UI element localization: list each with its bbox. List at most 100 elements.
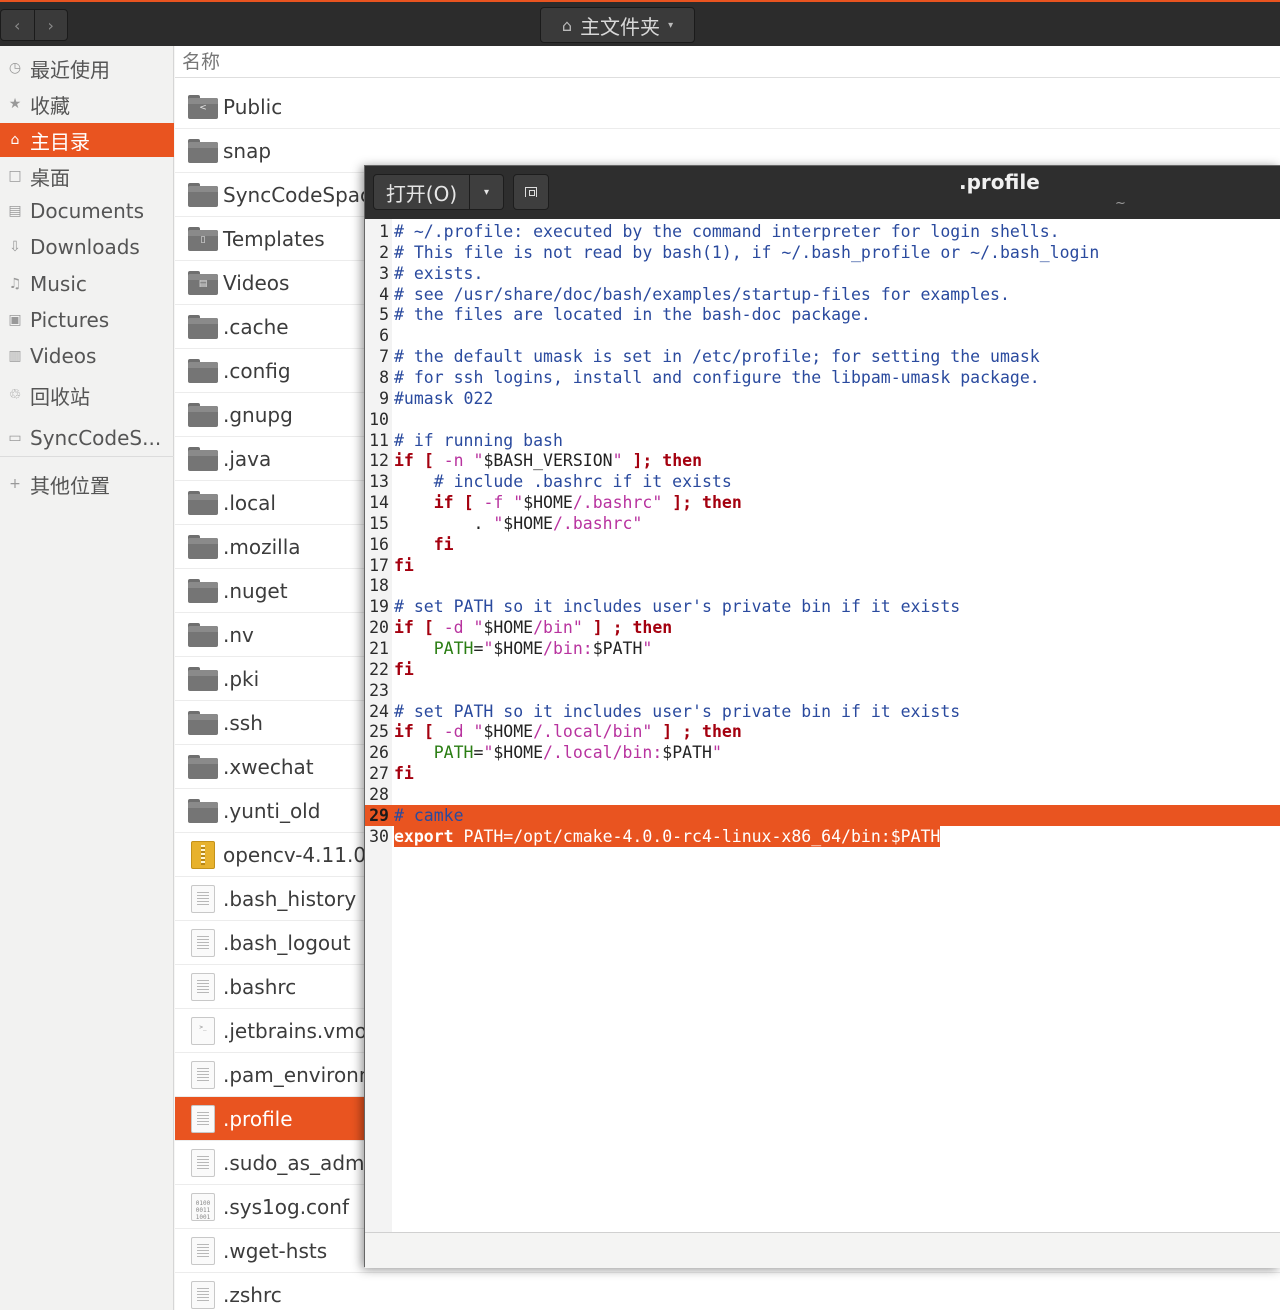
forward-button[interactable]: ›	[33, 10, 68, 40]
folder-icon	[188, 314, 218, 339]
code-line[interactable]: 17 fi	[365, 555, 1280, 576]
code-line[interactable]: 10	[365, 409, 1280, 430]
sidebar-item-trash[interactable]: ♲ 回收站	[0, 378, 174, 412]
code-line[interactable]: 22 fi	[365, 659, 1280, 680]
code-token: ;	[682, 722, 693, 742]
line-number: 18	[369, 576, 389, 596]
code-line[interactable]: 24 # set PATH so it includes user's priva…	[365, 701, 1280, 722]
code-token: fi	[394, 659, 414, 679]
sidebar-item-desktop[interactable]: □ 桌面	[0, 159, 174, 193]
code-line[interactable]: 6	[365, 325, 1280, 346]
code-line[interactable]: 2 # This file is not read by bash(1), if …	[365, 242, 1280, 263]
code-token: PATH=/opt/cmake-4.0.0-rc4-linux-x86_64/b…	[453, 826, 941, 846]
code-line[interactable]: 8 # for ssh logins, install and configure…	[365, 367, 1280, 388]
sidebar-item-recent[interactable]: ◷ 最近使用	[0, 51, 174, 85]
folder-icon: ▤	[188, 270, 218, 295]
text-file-icon	[191, 1148, 215, 1177]
code-line[interactable]: 9 #umask 022	[365, 388, 1280, 409]
sidebar-item-pictures[interactable]: ▣ Pictures	[0, 303, 174, 337]
line-number: 17	[369, 555, 389, 575]
line-number: 13	[369, 472, 389, 492]
script-file-icon: >_	[191, 1016, 215, 1045]
sidebar-item-starred[interactable]: ★ 收藏	[0, 87, 174, 121]
code-line[interactable]: 29 # camke	[365, 804, 1280, 826]
sidebar-item-downloads[interactable]: ⇩ Downloads	[0, 230, 174, 264]
code-line[interactable]: 16 fi	[365, 534, 1280, 555]
music-icon: ♫	[8, 276, 22, 292]
code-line[interactable]: 4 # see /usr/share/doc/bash/examples/star…	[365, 284, 1280, 305]
code-line[interactable]: 26 PATH="$HOME/.local/bin:$PATH"	[365, 742, 1280, 763]
sidebar-item-label: Documents	[30, 199, 145, 223]
code-line[interactable]: 14 if [ -f "$HOME/.bashrc" ]; then	[365, 492, 1280, 513]
code-line[interactable]: 11 # if running bash	[365, 430, 1280, 451]
code-line[interactable]: 27 fi	[365, 763, 1280, 784]
code-line[interactable]: 1 # ~/.profile: executed by the command i…	[365, 221, 1280, 242]
sidebar-item-other-locations[interactable]: + 其他位置	[0, 467, 174, 501]
file-name: .bash_history	[223, 886, 357, 911]
line-number: 30	[369, 826, 389, 846]
code-line[interactable]: 19 # set PATH so it includes user's priva…	[365, 596, 1280, 617]
folder-icon	[188, 578, 218, 603]
folder-icon	[188, 402, 218, 427]
back-button[interactable]: ‹	[1, 10, 34, 40]
line-number: 12	[369, 451, 389, 471]
sidebar-item-label: 桌面	[30, 165, 70, 190]
text-file-icon	[191, 1280, 215, 1309]
line-number: 11	[369, 430, 389, 450]
sidebar-item-videos[interactable]: ▥ Videos	[0, 339, 174, 373]
code-line[interactable]: 5 # the files are located in the bash-doc…	[365, 304, 1280, 325]
code-line[interactable]: 30 export PATH=/opt/cmake-4.0.0-rc4-linux…	[365, 825, 1280, 847]
line-number: 16	[369, 534, 389, 554]
sidebar-item-synccodespace[interactable]: ▭ SyncCodeS...	[0, 421, 174, 455]
code-line[interactable]: 3 # exists.	[365, 263, 1280, 284]
code-token: ;	[612, 618, 623, 638]
window-subtitle: ~	[1115, 196, 1126, 211]
file-name: .xwechat	[223, 754, 314, 779]
line-number: 5	[379, 305, 389, 325]
code-token: $PATH	[662, 743, 712, 763]
code-line[interactable]: 20 if [ -d "$HOME/bin" ] ; then	[365, 617, 1280, 638]
file-row[interactable]: < Public	[175, 85, 1280, 129]
name-column-header[interactable]: 名称	[175, 46, 1280, 78]
sidebar-item-label: Pictures	[30, 308, 110, 332]
file-row[interactable]: .zshrc	[175, 1273, 1280, 1310]
text-file-icon	[191, 1104, 215, 1133]
code-token: # if running bash	[394, 430, 563, 450]
folder-emblem-icon: ▯	[200, 234, 206, 245]
code-line[interactable]: 7 # the default umask is set in /etc/prof…	[365, 346, 1280, 367]
sidebar-item-home[interactable]: ⌂ 主目录	[0, 123, 174, 157]
code-token: -n	[443, 451, 464, 471]
code-line[interactable]: 13 # include .bashrc if it exists	[365, 471, 1280, 492]
code-text: PATH="$HOME/bin:$PATH"	[394, 638, 653, 659]
sidebar-item-label: 回收站	[30, 384, 90, 409]
code-text: # for ssh logins, install and configure …	[394, 367, 1040, 388]
star-icon: ★	[8, 96, 22, 112]
code-line[interactable]: 28	[365, 784, 1280, 805]
code-token: fi	[433, 534, 454, 554]
code-text: . "$HOME/.bashrc"	[394, 513, 642, 534]
sidebar-item-documents[interactable]: ▤ Documents	[0, 194, 174, 228]
code-text: # This file is not read by bash(1), if ~…	[394, 242, 1099, 263]
code-line[interactable]: 18	[365, 575, 1280, 596]
text-editor-area[interactable]: 1 # ~/.profile: executed by the command i…	[365, 219, 1280, 1232]
code-line[interactable]: 23	[365, 680, 1280, 701]
code-line[interactable]: 15 . "$HOME/.bashrc"	[365, 513, 1280, 534]
file-name: .config	[223, 358, 291, 383]
code-line[interactable]: 25 if [ -d "$HOME/.local/bin" ] ; then	[365, 721, 1280, 742]
file-emblem-text: 0100 0011 1001	[195, 1199, 211, 1221]
plus-icon: +	[9, 476, 21, 492]
sidebar-item-label: 收藏	[30, 93, 70, 118]
line-number: 28	[369, 784, 389, 804]
sidebar-item-music[interactable]: ♫ Music	[0, 267, 174, 301]
code-line[interactable]: 12 if [ -n "$BASH_VERSION" ]; then	[365, 450, 1280, 471]
code-text: # the default umask is set in /etc/profi…	[394, 346, 1040, 367]
location-button[interactable]: ⌂ 主文件夹 ▾	[540, 7, 695, 43]
code-token: "	[473, 618, 484, 638]
code-line[interactable]: 21 PATH="$HOME/bin:$PATH"	[365, 638, 1280, 659]
